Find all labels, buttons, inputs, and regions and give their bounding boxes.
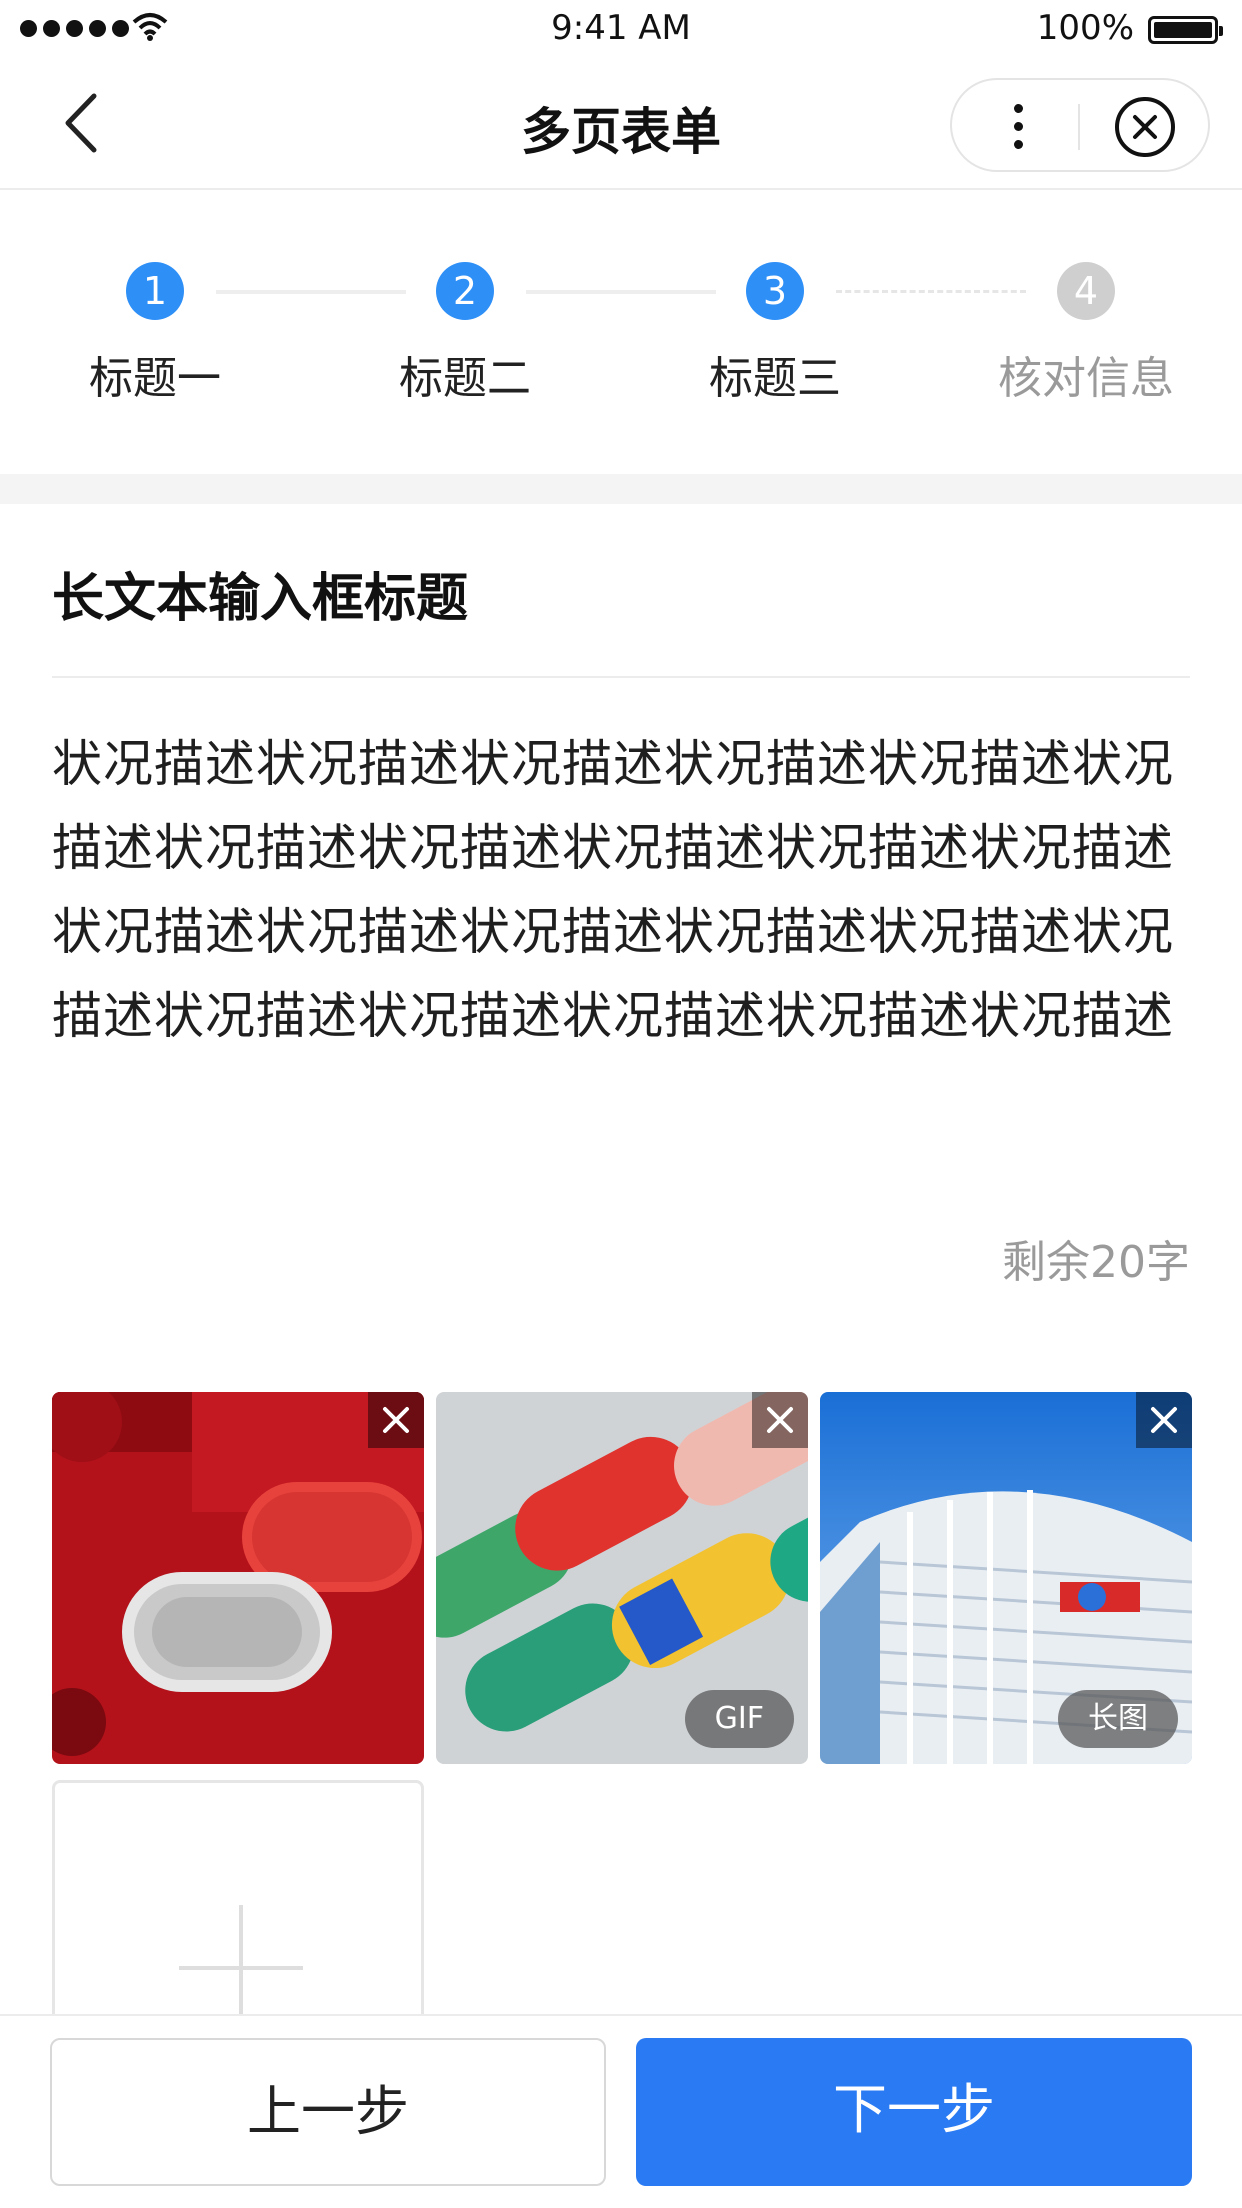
close-icon bbox=[383, 1407, 409, 1433]
close-circle-icon[interactable] bbox=[1114, 96, 1176, 158]
step-number: 4 bbox=[1057, 262, 1115, 320]
next-step-button[interactable]: 下一步 bbox=[636, 2038, 1192, 2186]
remove-image-button[interactable] bbox=[1136, 1392, 1192, 1448]
battery-icon bbox=[1148, 16, 1223, 44]
more-icon[interactable] bbox=[1012, 104, 1024, 150]
capsule-divider bbox=[1078, 104, 1080, 150]
divider bbox=[52, 676, 1190, 678]
step-label: 核对信息 bbox=[998, 353, 1174, 404]
mini-program-capsule bbox=[950, 78, 1210, 172]
step-number: 3 bbox=[746, 262, 804, 320]
step-3: 3 标题三 bbox=[675, 262, 875, 406]
step-number: 1 bbox=[126, 262, 184, 320]
close-icon bbox=[767, 1407, 793, 1433]
description-textarea[interactable]: 状况描述状况描述状况描述状况描述状况描述状况描述状况描述状况描述状况描述状况描述… bbox=[52, 722, 1192, 1058]
remaining-count: 剩余20字 bbox=[1002, 1237, 1190, 1288]
step-label: 标题二 bbox=[399, 353, 531, 404]
bottom-action-bar: 上一步 下一步 bbox=[0, 2014, 1242, 2208]
remove-image-button[interactable] bbox=[368, 1392, 424, 1448]
step-1: 1 标题一 bbox=[55, 262, 255, 406]
status-bar: 9:41 AM 100% bbox=[0, 0, 1242, 58]
step-4: 4 核对信息 bbox=[986, 262, 1186, 406]
section-gap bbox=[0, 474, 1242, 504]
image-thumbnail-building[interactable]: 长图 bbox=[820, 1392, 1192, 1764]
battery-percent: 100% bbox=[1036, 8, 1134, 48]
nav-bar: 多页表单 bbox=[0, 58, 1242, 190]
step-label: 标题一 bbox=[89, 353, 221, 404]
long-image-badge: 长图 bbox=[1058, 1690, 1178, 1748]
step-indicator: 1 标题一 2 标题二 3 标题三 4 核对信息 bbox=[0, 190, 1242, 474]
textarea-title: 长文本输入框标题 bbox=[52, 569, 469, 629]
prev-step-button[interactable]: 上一步 bbox=[50, 2038, 606, 2186]
step-label: 标题三 bbox=[709, 353, 841, 404]
remove-image-button[interactable] bbox=[752, 1392, 808, 1448]
gif-badge: GIF bbox=[684, 1690, 794, 1748]
image-thumbnail-pattern-speakers[interactable]: GIF bbox=[436, 1392, 808, 1764]
image-thumbnail-red-speaker[interactable] bbox=[52, 1392, 424, 1764]
close-icon bbox=[1151, 1407, 1177, 1433]
step-2: 2 标题二 bbox=[365, 262, 565, 406]
step-number: 2 bbox=[436, 262, 494, 320]
plus-icon bbox=[239, 1905, 243, 2029]
